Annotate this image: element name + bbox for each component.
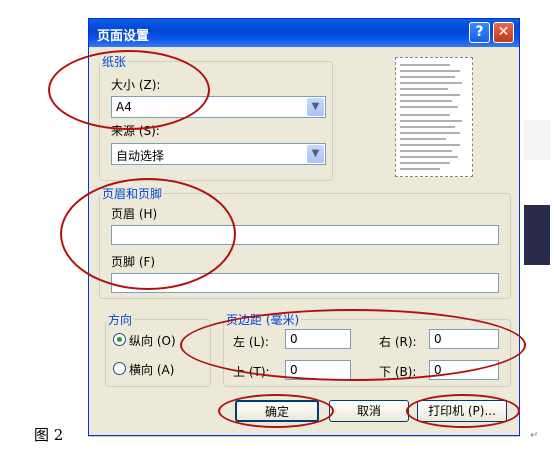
landscape-radio[interactable] [113, 362, 126, 375]
paper-source-select[interactable]: 自动选择 ▼ [111, 143, 326, 165]
landscape-label[interactable]: 横向 (A) [129, 361, 174, 378]
portrait-radio[interactable] [113, 333, 126, 346]
paper-source-value: 自动选择 [116, 149, 165, 163]
annotation-ellipse-header-footer [60, 178, 236, 290]
page-preview [395, 57, 473, 177]
chevron-down-icon[interactable]: ▼ [307, 145, 324, 163]
dialog-title: 页面设置 [97, 29, 150, 44]
figure-caption: 图 2 [34, 426, 64, 444]
orientation-legend: 方向 [108, 313, 133, 327]
background-document [520, 0, 554, 463]
chevron-down-icon[interactable]: ▼ [307, 98, 324, 116]
annotation-ellipse-paper [48, 50, 210, 130]
title-bar[interactable]: 页面设置 ? ✕ [89, 19, 519, 47]
close-icon: ✕ [497, 24, 510, 40]
close-button[interactable]: ✕ [493, 22, 514, 43]
background-text-fragment [524, 120, 550, 160]
paragraph-mark-icon: ↵ [530, 430, 539, 441]
help-button[interactable]: ? [469, 22, 490, 43]
annotation-ellipse-printer [406, 394, 520, 428]
help-icon: ? [475, 24, 484, 40]
divider-line [88, 436, 520, 437]
portrait-label[interactable]: 纵向 (O) [129, 332, 176, 349]
annotation-ellipse-ok [218, 394, 334, 428]
annotation-ellipse-margins [180, 309, 526, 381]
background-image-fragment [524, 205, 550, 265]
cancel-button[interactable]: 取消 [329, 400, 409, 422]
